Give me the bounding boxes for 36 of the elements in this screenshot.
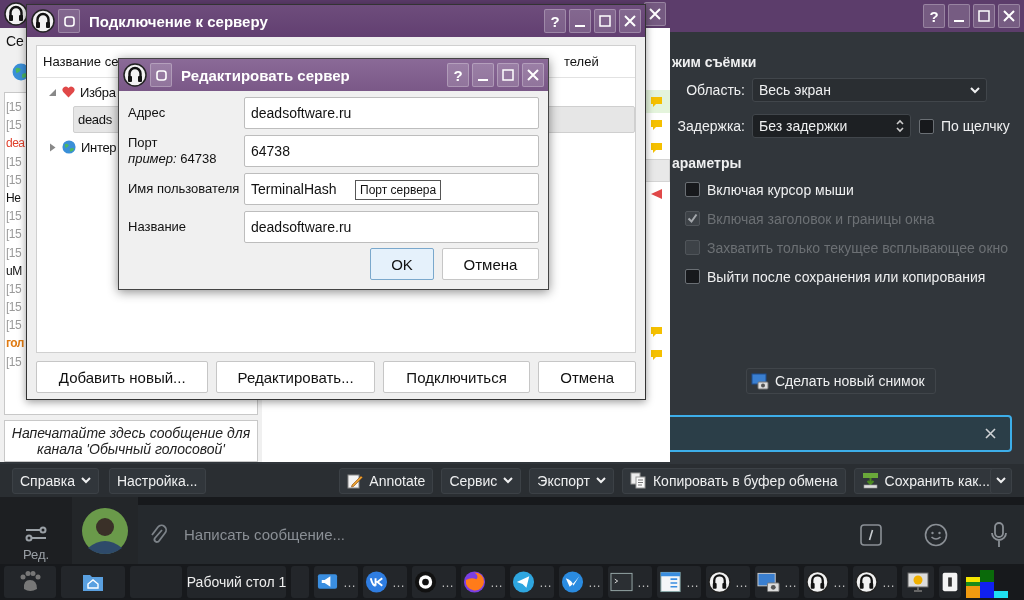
section-heading: араметры [672, 154, 743, 173]
log-line: dea [6, 135, 25, 153]
log-line: [15 [6, 153, 22, 171]
tree-label: Интер [81, 139, 117, 155]
log-line: [15 [6, 208, 22, 226]
log-line: uM [6, 262, 22, 280]
checkbox-label: Включая заголовок и границы окна [707, 210, 935, 227]
field-label: Порт [128, 135, 159, 151]
checkbox-label: Выйти после сохранения или копирования [707, 268, 986, 285]
tooltip: Порт сервера [355, 180, 442, 200]
tree-label: deads [78, 112, 112, 127]
checkbox-label: Включая курсор мыши [707, 181, 854, 198]
field-label: Название [128, 219, 188, 235]
log-line: [15 [6, 99, 22, 116]
log-line: гол [6, 335, 24, 353]
delay-label: Задержка: [676, 118, 746, 134]
area-label: Область: [685, 82, 746, 98]
log-line: [15 [6, 353, 22, 371]
dialog-title: Редактировать сервер [181, 66, 350, 84]
sidebar-label: Ред. [22, 547, 50, 562]
log-line: [15 [6, 280, 22, 298]
field-label: Адрес [128, 105, 167, 121]
dialog-title: Подключение к серверу [89, 12, 268, 30]
tree-label: Избра [80, 84, 116, 100]
field-label: Имя пользователя [128, 181, 241, 197]
log-line: Не [6, 189, 21, 207]
checkbox-label: По щелчку [941, 118, 1010, 134]
log-line: [15 [6, 171, 22, 189]
field-hint: пример: 64738 [128, 151, 218, 167]
log-line: [15 [6, 226, 22, 244]
log-line: [15 [6, 244, 22, 262]
log-line: [15 [6, 299, 22, 317]
log-line: [15 [6, 317, 22, 335]
checkbox-label: Захватить только текущее всплывающее окно [707, 239, 1009, 256]
log-line: [15 [6, 117, 22, 135]
section-heading: жим съёмки [672, 53, 758, 72]
